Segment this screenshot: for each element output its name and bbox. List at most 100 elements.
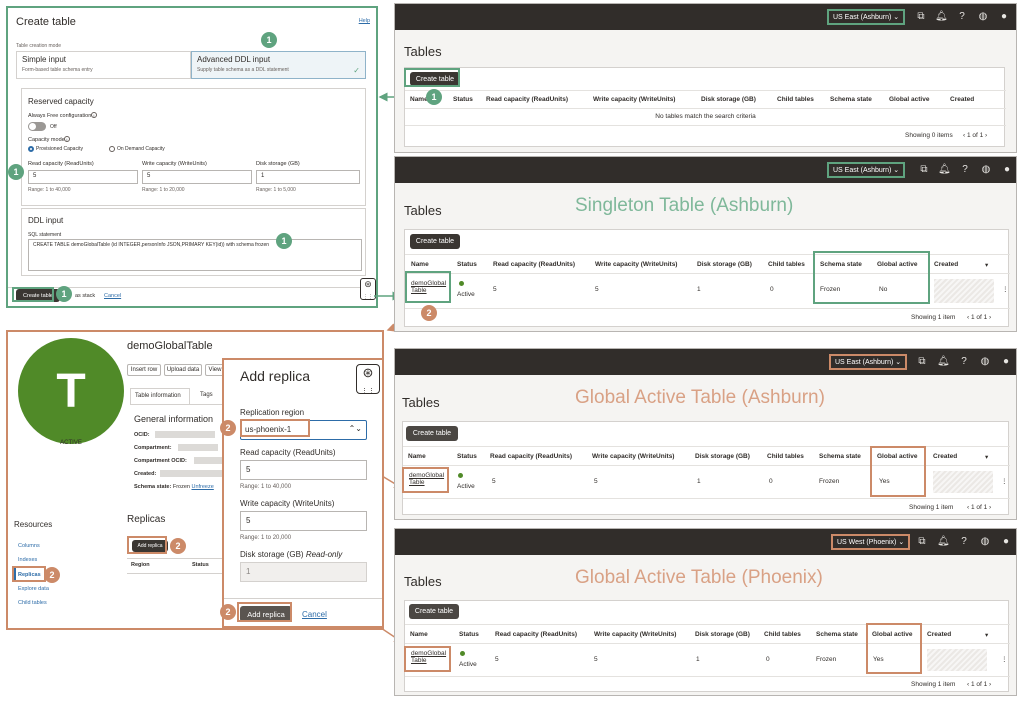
col-schema[interactable]: Schema state [819,453,861,460]
write-range: Range: 1 to 20,000 [240,535,292,541]
avatar-icon[interactable]: ● [998,11,1010,23]
globe-icon[interactable]: ◍ [977,11,989,23]
region-selector[interactable]: US West (Phoenix) ⌄ [831,534,911,550]
bell-icon[interactable]: 🔔︎ [937,536,950,548]
code-editor-icon[interactable]: ⧉ [916,356,928,368]
add-replica-submit-highlight [237,602,292,622]
sort-down-icon[interactable]: ▾ [985,261,988,269]
col-child[interactable]: Child tables [767,453,804,460]
resource-indexes[interactable]: Indexes [18,557,37,563]
col-disk[interactable]: Disk storage (GB) [695,631,750,638]
created-redacted [933,471,993,493]
code-editor-icon[interactable]: ⧉ [915,11,927,23]
col-child[interactable]: Child tables [764,631,801,638]
col-created[interactable]: Created [927,631,951,638]
create-table-button[interactable]: Create table [409,604,459,619]
col-name[interactable]: Name [411,261,429,268]
col-disk[interactable]: Disk storage (GB) [701,96,756,103]
upload-data-button[interactable]: Upload data [164,364,202,376]
avatar-icon[interactable]: ● [1001,164,1013,176]
help-icon[interactable]: ? [959,164,971,176]
region-selector[interactable]: US East (Ashburn) ⌄ [829,354,908,370]
bell-icon[interactable]: 🔔︎ [938,164,951,176]
help-icon[interactable]: ? [958,536,970,548]
compartment-redacted [178,444,218,451]
col-child[interactable]: Child tables [777,96,814,103]
col-status[interactable]: Status [459,631,479,638]
row-actions-icon[interactable]: ⋮ [1001,655,1008,663]
col-disk[interactable]: Disk storage (GB) [695,453,750,460]
panel-caption: Global Active Table (Phoenix) [575,567,823,588]
col-created[interactable]: Created [950,96,974,103]
col-write[interactable]: Write capacity (WriteUnits) [592,453,674,460]
col-name[interactable]: Name [408,453,426,460]
create-table-button[interactable]: Create table [406,426,458,441]
col-name[interactable]: Name [410,631,428,638]
compartment-label: Compartment: [134,445,172,451]
help-icon[interactable]: ? [956,11,968,23]
disk-storage-input: 1 [240,562,367,582]
step-badge: 2 [421,305,437,321]
avatar-icon[interactable]: ● [1000,536,1012,548]
col-status[interactable]: Status [457,453,477,460]
resource-explore-data[interactable]: Explore data [18,586,49,592]
unfreeze-link[interactable]: Unfreeze [191,484,213,490]
col-read[interactable]: Read capacity (ReadUnits) [490,453,572,460]
tab-table-information[interactable]: Table information [130,388,190,404]
col-read[interactable]: Read capacity (ReadUnits) [493,261,575,268]
bell-icon[interactable]: 🔔︎ [935,11,948,23]
pager[interactable]: ‹ 1 of 1 › [967,314,991,321]
col-status[interactable]: Status [453,96,473,103]
pager[interactable]: ‹ 1 of 1 › [967,681,991,688]
col-disk[interactable]: Disk storage (GB) [697,261,752,268]
row-actions-icon[interactable]: ⋮ [1002,285,1009,293]
pager[interactable]: ‹ 1 of 1 › [967,504,991,511]
tab-tags[interactable]: Tags [200,392,213,398]
read-capacity-input[interactable]: 5 [240,460,367,480]
write-capacity-input[interactable]: 5 [240,511,367,531]
globe-icon[interactable]: ◍ [979,536,991,548]
region-selector[interactable]: US East (Ashburn) ⌄ [827,162,906,178]
globe-icon[interactable]: ◍ [979,356,991,368]
disk-value: 1 [697,478,701,485]
replicas-highlight [12,566,46,582]
create-table-button[interactable]: Create table [410,234,460,249]
status-text: Active [457,291,475,298]
col-region[interactable]: Region [131,562,150,568]
sort-down-icon[interactable]: ▾ [985,453,988,461]
sort-down-icon[interactable]: ▾ [985,631,988,639]
col-read[interactable]: Read capacity (ReadUnits) [495,631,577,638]
col-write[interactable]: Write capacity (WriteUnits) [593,96,675,103]
col-read[interactable]: Read capacity (ReadUnits) [486,96,568,103]
globe-icon[interactable]: ◍ [980,164,992,176]
tables-panel-empty: US East (Ashburn) ⌄ ⧉ 🔔︎ ? ◍ ● Tables Cr… [394,3,1017,153]
col-created[interactable]: Created [934,261,958,268]
resource-columns[interactable]: Columns [18,543,40,549]
col-schema[interactable]: Schema state [816,631,858,638]
help-icon[interactable]: ? [958,356,970,368]
status-text: Active [459,661,477,668]
write-capacity-label: Write capacity (WriteUnits) [240,499,335,508]
col-status[interactable]: Status [457,261,477,268]
col-schema[interactable]: Schema state [830,96,872,103]
step-badge: 1 [426,89,442,105]
col-write[interactable]: Write capacity (WriteUnits) [594,631,676,638]
resources-title: Resources [14,520,53,529]
row-actions-icon[interactable]: ⋮ [1001,477,1008,485]
bell-icon[interactable]: 🔔︎ [937,356,950,368]
col-status[interactable]: Status [192,562,209,568]
code-editor-icon[interactable]: ⧉ [916,536,928,548]
code-editor-icon[interactable]: ⧉ [918,164,930,176]
region-selector[interactable]: US East (Ashburn) ⌄ [827,9,906,25]
pager[interactable]: ‹ 1 of 1 › [963,132,987,139]
resource-child-tables[interactable]: Child tables [18,600,47,606]
help-widget-icon[interactable]: ⊛ ⋮⋮ [356,364,380,395]
tables-title: Tables [404,574,442,589]
col-write[interactable]: Write capacity (WriteUnits) [595,261,677,268]
avatar-icon[interactable]: ● [1000,356,1012,368]
col-global[interactable]: Global active [889,96,929,103]
cancel-link[interactable]: Cancel [302,610,327,619]
col-child[interactable]: Child tables [768,261,805,268]
insert-row-button[interactable]: Insert row [127,364,161,376]
col-created[interactable]: Created [933,453,957,460]
